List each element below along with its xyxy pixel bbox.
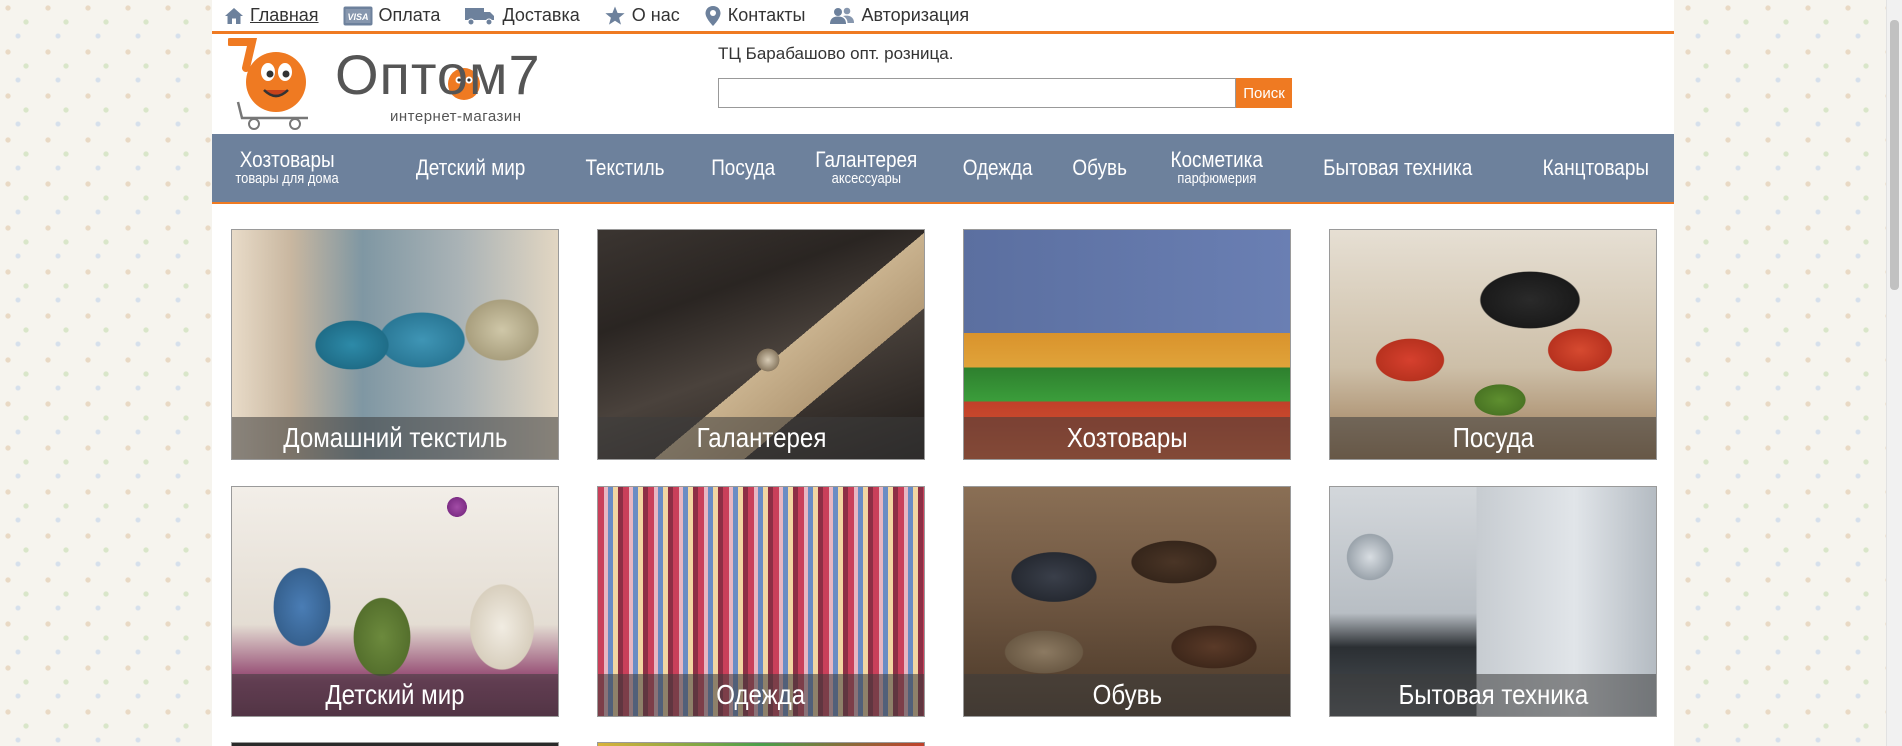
- menu-item-kids[interactable]: Детский мир: [412, 134, 530, 202]
- main-menu: Хозтовары товары для дома Детский мир Те…: [212, 134, 1674, 204]
- menu-item-label: Косметика: [1170, 147, 1264, 172]
- tile-caption: Галантерея: [598, 417, 924, 459]
- menu-item-sublabel: аксессуары: [831, 170, 901, 187]
- logo-wordmark: Оптом7: [335, 43, 541, 106]
- category-tile-haberdashery[interactable]: Галантерея: [597, 229, 925, 460]
- users-icon: [829, 6, 855, 26]
- category-tile-appliances[interactable]: Бытовая техника: [1329, 486, 1657, 717]
- menu-item-label: Обувь: [1072, 155, 1128, 180]
- menu-item-label: Одежда: [963, 155, 1033, 180]
- logo-tagline: интернет-магазин: [390, 108, 522, 125]
- scrollbar-track[interactable]: [1886, 0, 1902, 746]
- home-icon: [224, 7, 244, 25]
- tile-caption: Бытовая техника: [1330, 674, 1656, 716]
- map-pin-icon: [704, 5, 722, 27]
- menu-item-label: Галантерея: [815, 147, 917, 172]
- menu-item-label: Бытовая техника: [1323, 155, 1473, 180]
- category-tile-dishes[interactable]: Посуда: [1329, 229, 1657, 460]
- topnav-delivery[interactable]: Доставка: [464, 5, 580, 26]
- tile-caption: Детский мир: [232, 674, 558, 716]
- visa-card-icon: VISA: [343, 6, 373, 26]
- menu-item-cosmetics[interactable]: Косметика парфюмерия: [1162, 134, 1272, 202]
- category-tile-household[interactable]: Хозтовары: [963, 229, 1291, 460]
- tile-caption: Хозтовары: [964, 417, 1290, 459]
- topnav-about[interactable]: О нас: [604, 5, 680, 26]
- topnav-delivery-label[interactable]: Доставка: [502, 5, 579, 26]
- site-header: Оптом7 интернет-магазин ТЦ Барабашово оп…: [212, 34, 1674, 134]
- top-navigation: Главная VISA Оплата Доставка О нас Конта…: [212, 0, 1674, 34]
- tile-caption: Домашний текстиль: [232, 417, 558, 459]
- menu-item-label: Канцтовары: [1542, 155, 1650, 180]
- menu-item-textile[interactable]: Текстиль: [582, 134, 668, 202]
- menu-item-appliances[interactable]: Бытовая техника: [1314, 134, 1482, 202]
- menu-item-haberdashery[interactable]: Галантерея аксессуары: [812, 134, 920, 202]
- page-container: Главная VISA Оплата Доставка О нас Конта…: [212, 0, 1674, 746]
- menu-item-label: Посуда: [711, 155, 775, 180]
- category-tile-shoes[interactable]: Обувь: [963, 486, 1291, 717]
- menu-item-sublabel: парфюмерия: [1177, 170, 1257, 187]
- menu-item-shoes[interactable]: Обувь: [1068, 134, 1132, 202]
- star-icon: [604, 6, 626, 26]
- topnav-login-label[interactable]: Авторизация: [861, 5, 969, 26]
- topnav-contacts[interactable]: Контакты: [704, 5, 806, 27]
- topnav-home-label[interactable]: Главная: [250, 5, 319, 26]
- category-tile-clothing[interactable]: Одежда: [597, 486, 925, 717]
- menu-item-dishes[interactable]: Посуда: [706, 134, 780, 202]
- svg-text:VISA: VISA: [347, 12, 368, 22]
- topnav-about-label[interactable]: О нас: [632, 5, 680, 26]
- menu-item-stationery[interactable]: Канцтовары: [1534, 134, 1658, 202]
- search-button[interactable]: Поиск: [1236, 78, 1292, 108]
- menu-item-label: Хозтовары: [239, 147, 335, 172]
- category-tile-partial[interactable]: [597, 742, 925, 746]
- topnav-contacts-label[interactable]: Контакты: [728, 5, 806, 26]
- tile-caption: Посуда: [1330, 417, 1656, 459]
- search-input[interactable]: [718, 78, 1236, 108]
- topnav-login[interactable]: Авторизация: [829, 5, 969, 26]
- category-tile-partial[interactable]: [231, 742, 559, 746]
- tile-caption: Одежда: [598, 674, 924, 716]
- topnav-home[interactable]: Главная: [224, 5, 319, 26]
- category-tile-home-textile[interactable]: Домашний текстиль: [231, 229, 559, 460]
- menu-item-clothing[interactable]: Одежда: [960, 134, 1036, 202]
- topnav-payment[interactable]: VISA Оплата: [343, 5, 441, 26]
- store-address: ТЦ Барабашово опт. розница.: [718, 44, 954, 63]
- menu-item-label: Детский мир: [416, 155, 526, 180]
- site-logo[interactable]: Оптом7 интернет-магазин: [228, 38, 578, 130]
- category-tile-kids[interactable]: Детский мир: [231, 486, 559, 717]
- topnav-payment-label[interactable]: Оплата: [379, 5, 441, 26]
- menu-item-label: Текстиль: [585, 155, 665, 180]
- tile-caption: Обувь: [964, 674, 1290, 716]
- truck-icon: [464, 6, 496, 26]
- menu-item-household[interactable]: Хозтовары товары для дома: [226, 134, 348, 202]
- scrollbar-thumb[interactable]: [1890, 20, 1899, 290]
- menu-item-sublabel: товары для дома: [235, 170, 339, 187]
